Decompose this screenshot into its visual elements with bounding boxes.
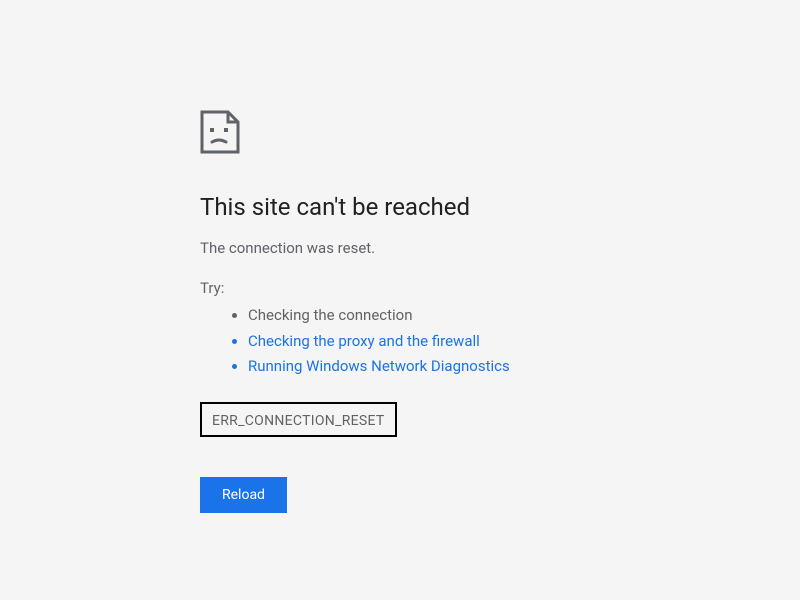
suggestion-run-diagnostics-link[interactable]: Running Windows Network Diagnostics (248, 354, 560, 380)
suggestions-list: Checking the connection Checking the pro… (200, 303, 560, 380)
error-page-container: This site can't be reached The connectio… (0, 0, 560, 513)
error-code: ERR_CONNECTION_RESET (212, 413, 385, 429)
error-title: This site can't be reached (200, 193, 560, 221)
try-label: Try: (200, 279, 560, 297)
suggestion-check-proxy-link[interactable]: Checking the proxy and the firewall (248, 329, 560, 355)
sad-page-icon (200, 110, 560, 158)
reload-button[interactable]: Reload (200, 477, 287, 513)
suggestion-check-connection: Checking the connection (248, 303, 560, 329)
error-message: The connection was reset. (200, 239, 560, 257)
error-code-highlight-box: ERR_CONNECTION_RESET (200, 402, 397, 437)
